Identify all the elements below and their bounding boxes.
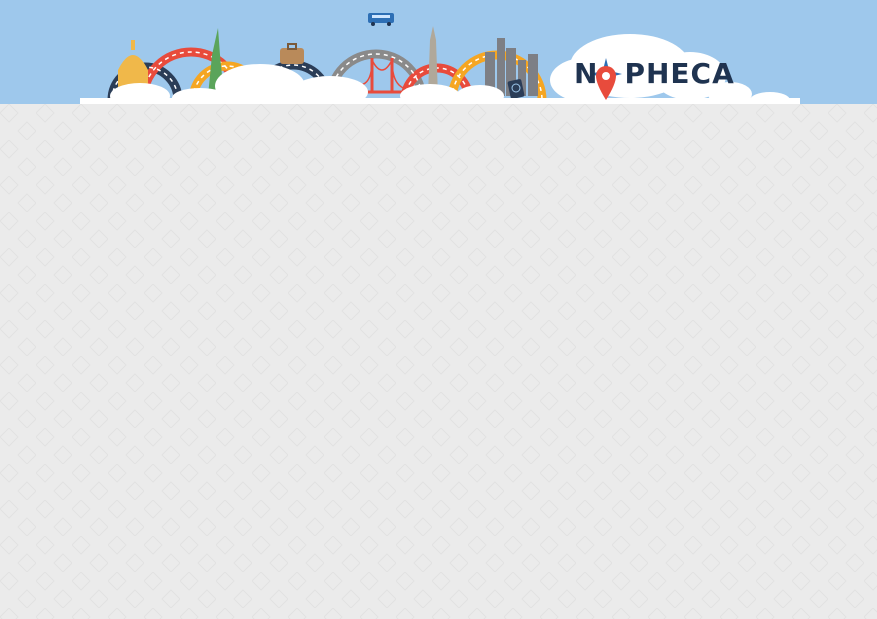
header-banner bbox=[80, 13, 800, 110]
brand-text-end: PHECA bbox=[624, 57, 735, 90]
main-content-area bbox=[0, 104, 877, 619]
brand-text-start: N bbox=[574, 57, 599, 90]
suitcase-icon bbox=[280, 43, 304, 64]
brand-logo[interactable]: N PHECA bbox=[574, 60, 735, 88]
bus-icon bbox=[368, 13, 394, 26]
